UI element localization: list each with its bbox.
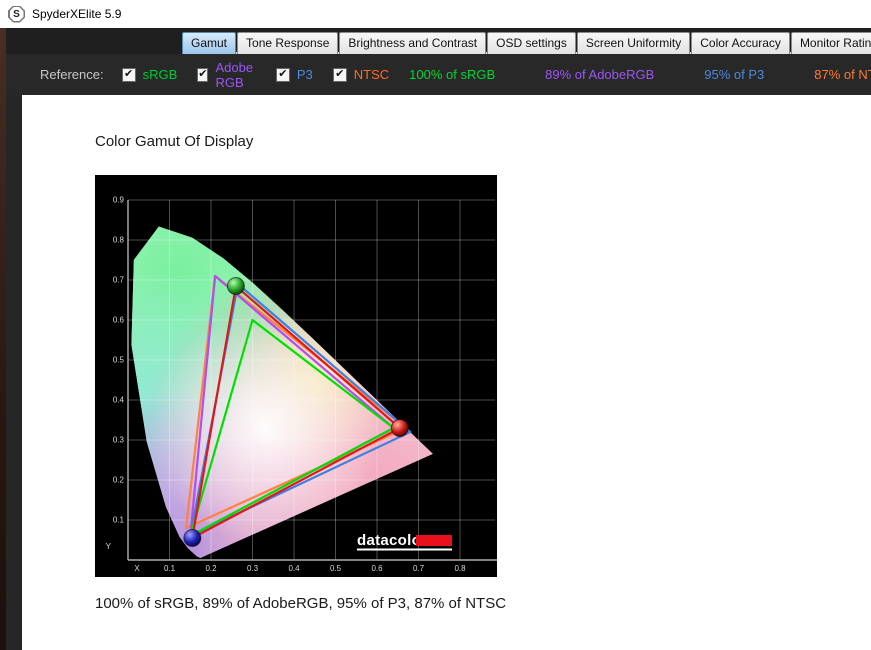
tab-osd-settings[interactable]: OSD settings	[487, 32, 576, 54]
coverage-87-of-ntsc: 87% of NTSC	[814, 67, 871, 82]
coverage-100-of-srgb: 100% of sRGB	[409, 67, 495, 82]
coverage-89-of-adobergb: 89% of AdobeRGB	[545, 67, 654, 82]
coverage-summary: 100% of sRGB 89% of AdobeRGB 95% of P3 87% …	[409, 67, 871, 82]
gamut-chart-svg: 0.1 0.2 0.3 0.4 0.5 0.6 0.7 0.8 X 0.1 0.2 0.3 0.4 0.5…	[95, 175, 497, 577]
svg-text:0.7: 0.7	[413, 564, 425, 573]
reference-label: Reference:	[40, 67, 104, 82]
svg-text:0.2: 0.2	[205, 564, 217, 573]
reference-option-adobe-rgb: ✔ Adobe RGB	[197, 60, 256, 90]
left-gutter	[6, 28, 22, 650]
spyder-logo-icon: S	[8, 6, 25, 23]
tab-color-accuracy[interactable]: Color Accuracy	[691, 32, 790, 54]
svg-text:0.8: 0.8	[113, 236, 125, 245]
reference-option-p3: ✔ P3	[276, 67, 313, 82]
checkbox-label-ntsc: NTSC	[354, 67, 389, 82]
checkbox-ntsc[interactable]: ✔	[333, 68, 347, 82]
coverage-caption: 100% of sRGB, 89% of AdobeRGB, 95% of P3…	[95, 595, 506, 612]
svg-text:0.3: 0.3	[113, 436, 125, 445]
reference-option-srgb: ✔ sRGB	[122, 67, 178, 82]
checkbox-srgb[interactable]: ✔	[122, 68, 136, 82]
reference-bar: Reference: ✔ sRGB ✔ Adobe RGB ✔ P3 ✔ NTSC 100% …	[6, 54, 871, 95]
display-primary-marker-2	[184, 530, 201, 547]
display-primary-marker-0	[391, 420, 408, 437]
svg-text:0.5: 0.5	[330, 564, 342, 573]
content-panel: Color Gamut Of Display 0.10.20.30.40.50.…	[22, 95, 871, 650]
svg-text:0.7: 0.7	[113, 276, 125, 285]
svg-text:0.2: 0.2	[113, 476, 125, 485]
svg-text:0.4: 0.4	[288, 564, 300, 573]
svg-text:0.9: 0.9	[113, 196, 125, 205]
tab-tone-response[interactable]: Tone Response	[237, 32, 338, 54]
tab-monitor-rating[interactable]: Monitor Rating	[791, 32, 871, 54]
tab-brightness-and-contrast[interactable]: Brightness and Contrast	[339, 32, 486, 54]
reference-option-ntsc: ✔ NTSC	[333, 67, 389, 82]
coverage-95-of-p3: 95% of P3	[704, 67, 764, 82]
tab-screen-uniformity[interactable]: Screen Uniformity	[577, 32, 690, 54]
checkbox-label-adobe-rgb: Adobe RGB	[215, 60, 255, 90]
svg-text:0.4: 0.4	[113, 396, 125, 405]
checkbox-label-srgb: sRGB	[143, 67, 178, 82]
checkbox-p3[interactable]: ✔	[276, 68, 290, 82]
title-bar: S SpyderXElite 5.9	[0, 0, 871, 28]
svg-text:0.1: 0.1	[113, 516, 125, 525]
checkbox-adobe-rgb[interactable]: ✔	[197, 68, 208, 82]
svg-text:Y: Y	[106, 542, 112, 551]
display-primary-marker-1	[227, 278, 244, 295]
tab-gamut[interactable]: Gamut	[182, 32, 236, 54]
svg-text:0.6: 0.6	[371, 564, 383, 573]
svg-text:0.1: 0.1	[164, 564, 176, 573]
app-window: S SpyderXElite 5.9 GamutTone ResponseBri…	[0, 0, 871, 650]
checkbox-label-p3: P3	[297, 67, 313, 82]
svg-text:0.3: 0.3	[247, 564, 259, 573]
gamut-chart: 0.1 0.2 0.3 0.4 0.5 0.6 0.7 0.8 X 0.1 0.2 0.3 0.4 0.5…	[95, 175, 497, 577]
window-title: SpyderXElite 5.9	[32, 7, 121, 21]
tab-bar: GamutTone ResponseBrightness and Contras…	[6, 28, 871, 54]
svg-text:0.5: 0.5	[113, 356, 125, 365]
svg-text:0.8: 0.8	[454, 564, 466, 573]
chart-title: Color Gamut Of Display	[95, 133, 253, 150]
svg-text:0.6: 0.6	[113, 316, 125, 325]
svg-text:X: X	[134, 564, 140, 573]
